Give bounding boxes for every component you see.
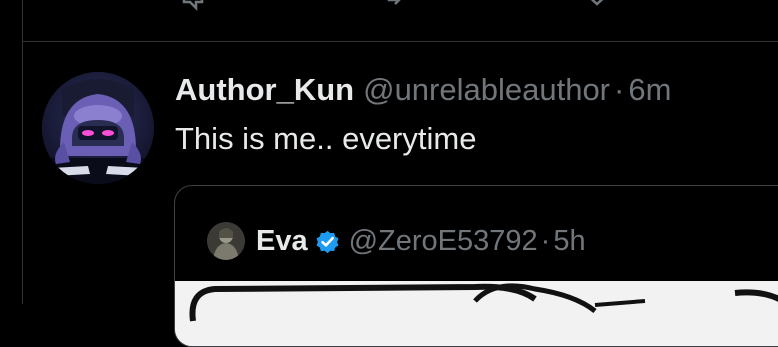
quoted-media[interactable] <box>175 281 778 346</box>
author-name[interactable]: Author_Kun <box>175 70 354 110</box>
quoted-header: Eva @ZeroE53792 · 5h <box>256 221 586 261</box>
verified-badge-icon <box>316 230 339 253</box>
separator-dot: · <box>614 72 625 107</box>
quoted-media-image <box>175 281 778 346</box>
quoted-author-name[interactable]: Eva <box>256 221 308 261</box>
author-handle[interactable]: @unrelableauthor <box>363 70 610 110</box>
quoted-separator-dot: · <box>540 225 551 257</box>
tweet-timestamp[interactable]: 6m <box>628 70 671 110</box>
repost-icon[interactable] <box>386 0 412 12</box>
like-icon[interactable] <box>584 0 610 12</box>
tweet-header: Author_Kun @unrelableauthor · 6m <box>175 70 671 110</box>
reply-icon[interactable] <box>180 0 206 12</box>
quoted-avatar[interactable] <box>207 222 245 260</box>
tweet[interactable]: Author_Kun @unrelableauthor · 6m This is… <box>0 42 778 347</box>
quoted-timestamp[interactable]: 5h <box>553 221 585 261</box>
quoted-avatar-image <box>207 222 245 260</box>
quoted-author-handle[interactable]: @ZeroE53792 <box>349 221 538 261</box>
previous-tweet-actions <box>0 0 778 14</box>
avatar[interactable] <box>42 72 154 184</box>
tweet-text: This is me.. everytime <box>175 121 477 156</box>
avatar-image <box>42 72 154 184</box>
quoted-tweet[interactable]: Eva @ZeroE53792 · 5h <box>174 185 778 347</box>
